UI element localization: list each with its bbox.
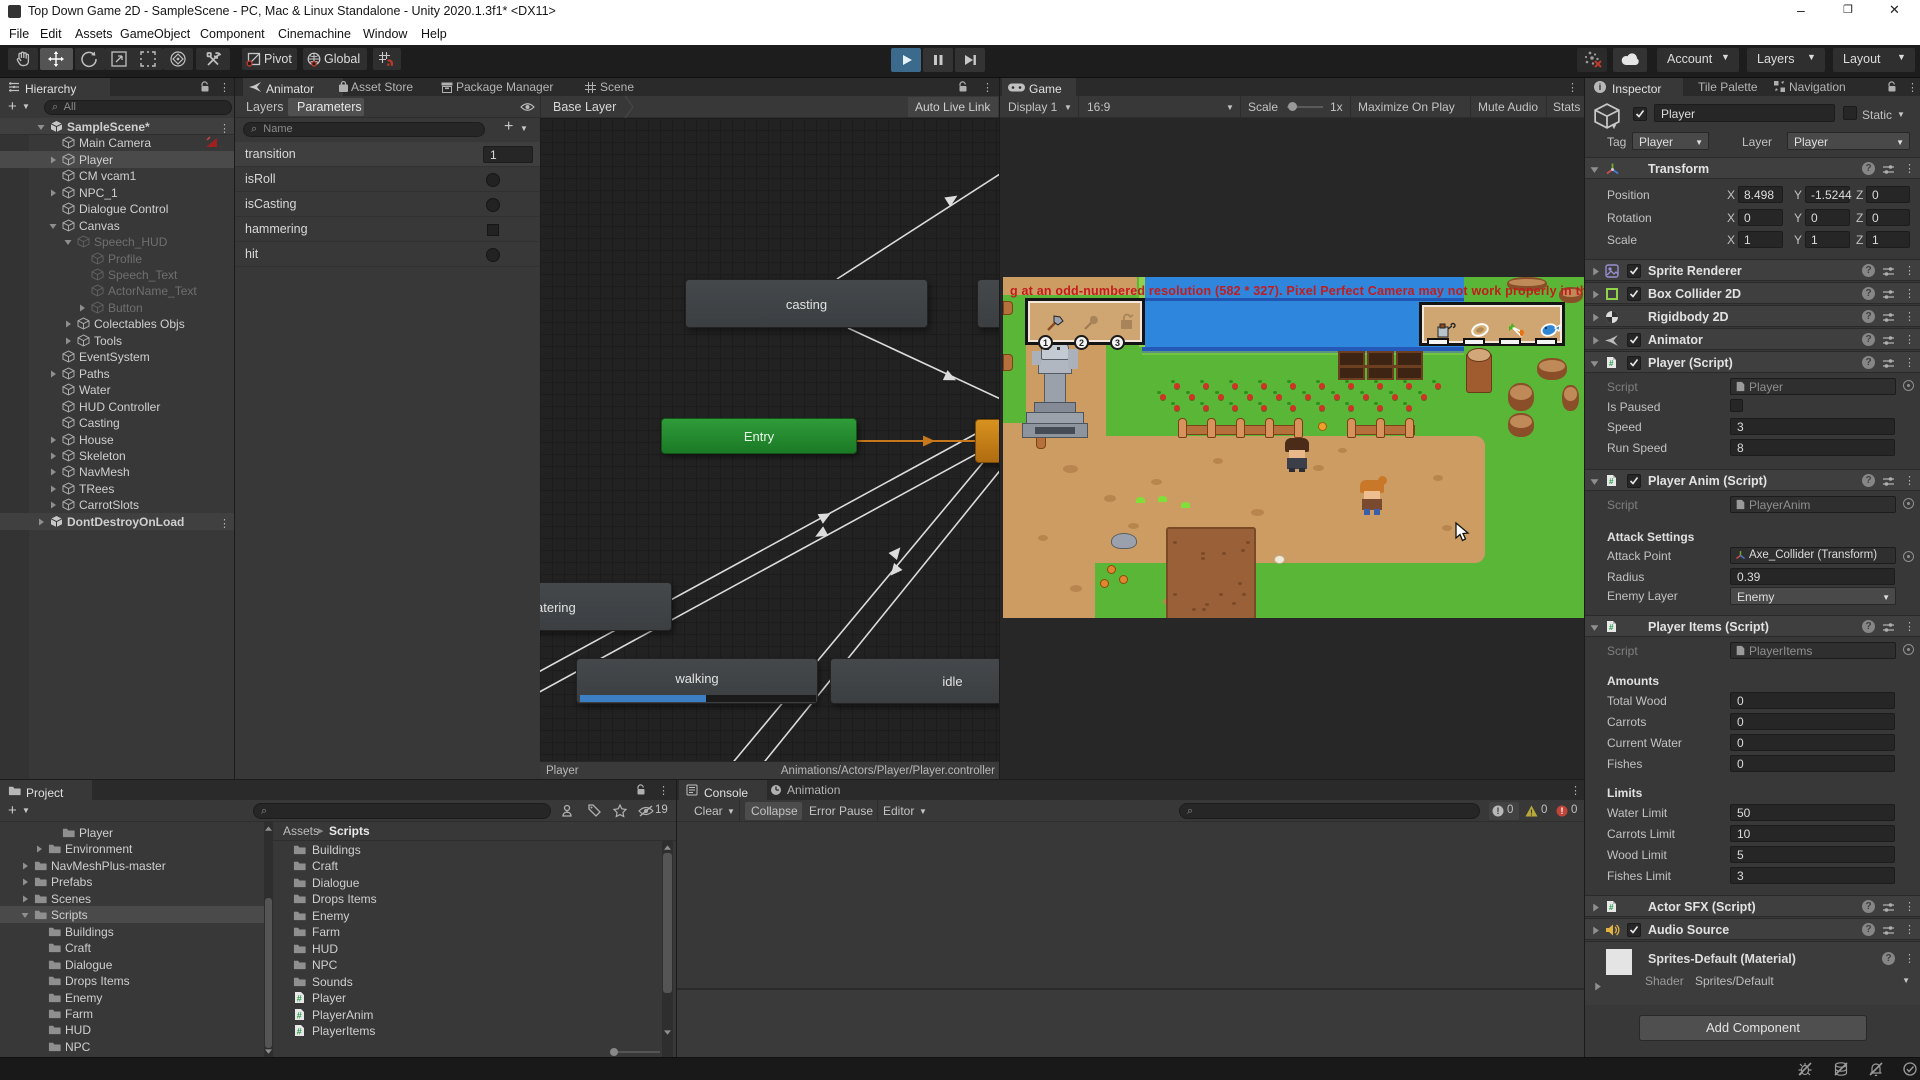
svg-text:#: # <box>1609 359 1614 368</box>
svg-text:!: ! <box>1530 809 1533 818</box>
svg-text:#: # <box>1609 903 1614 912</box>
svg-text:!: ! <box>1497 806 1500 816</box>
svg-text:#: # <box>1609 477 1614 486</box>
svg-text:#: # <box>297 1027 302 1037</box>
svg-text:#: # <box>297 994 302 1004</box>
svg-text:#: # <box>297 1011 302 1021</box>
svg-text:!: ! <box>1561 806 1564 816</box>
svg-text:#: # <box>1609 623 1614 632</box>
